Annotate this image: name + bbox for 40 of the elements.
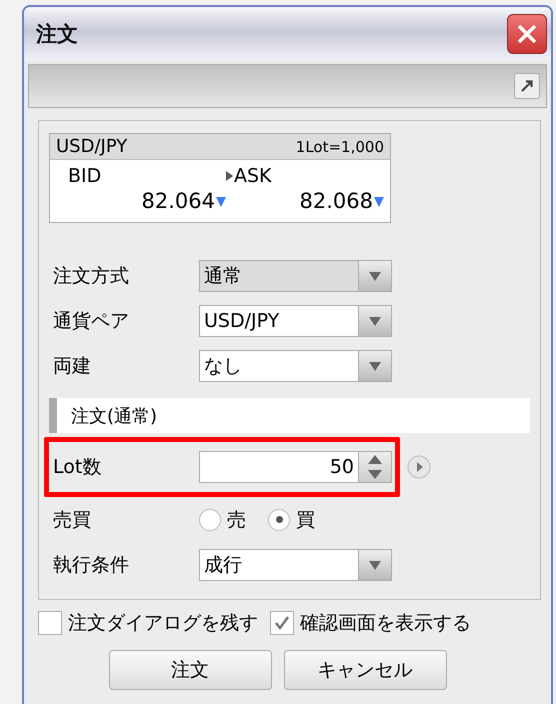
field-label: Lot数 <box>52 455 102 480</box>
up-arrow-icon[interactable] <box>368 455 382 464</box>
checkbox-label: 注文ダイアログを残す <box>68 611 258 636</box>
dialog-button[interactable]: 注文 <box>108 650 272 690</box>
field-label: 執行条件 <box>52 552 130 578</box>
field-label: 注文方式 <box>52 264 130 288</box>
price-value: 82.068 <box>300 189 373 213</box>
section-title: 注文(通常) <box>71 404 158 428</box>
caret-icon <box>369 360 381 370</box>
field-label: 売買 <box>52 508 92 532</box>
number-field[interactable]: 50 <box>199 451 392 483</box>
close-button[interactable] <box>507 14 547 54</box>
dialog-button[interactable]: キャンセル <box>284 650 446 690</box>
checkbox[interactable] <box>38 611 62 635</box>
radio-button[interactable] <box>199 508 221 530</box>
radio-option[interactable]: 買 <box>268 506 315 532</box>
dropdown[interactable]: なし <box>199 350 392 382</box>
arrow-icon <box>520 79 534 93</box>
radio-button[interactable] <box>268 508 290 530</box>
dropdown[interactable]: USD/JPY <box>199 304 392 336</box>
checkbox[interactable] <box>270 611 294 635</box>
play-button-icon[interactable] <box>407 455 431 479</box>
dropdown[interactable]: 成行 <box>199 548 392 580</box>
radio-label: 売 <box>227 508 246 532</box>
price-label: ASK <box>234 165 272 187</box>
radio-option[interactable]: 売 <box>199 506 246 532</box>
caret-icon <box>369 270 381 280</box>
lot-size: 1Lot=1,000 <box>296 138 384 156</box>
window-title: 注文 <box>36 20 78 48</box>
caret-icon <box>369 560 381 570</box>
down-arrow-icon[interactable] <box>368 470 382 479</box>
checkbox-label: 確認画面を表示する <box>300 611 471 636</box>
radio-label: 買 <box>296 508 315 532</box>
currency-pair: USD/JPY <box>56 136 128 157</box>
popout-button[interactable] <box>514 73 540 99</box>
price-label: BID <box>68 165 102 187</box>
caret-icon <box>369 316 381 326</box>
field-label: 通貨ペア <box>52 308 130 334</box>
price-value: 82.064 <box>142 189 215 213</box>
field-label: 両建 <box>52 354 92 378</box>
